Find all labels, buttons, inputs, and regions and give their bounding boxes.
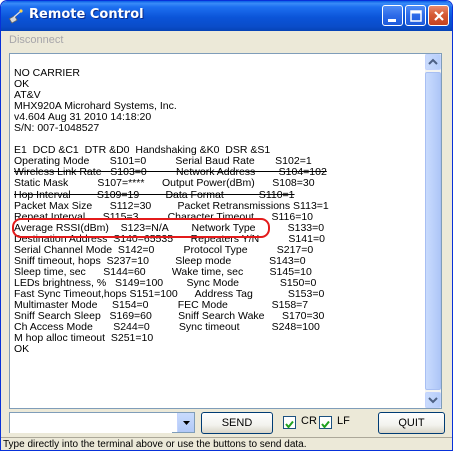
- checkmark-icon: [321, 420, 330, 429]
- lf-label: LF: [337, 415, 350, 427]
- close-button[interactable]: [428, 5, 449, 26]
- terminal-line: OK: [14, 343, 30, 356]
- maximize-icon: [410, 10, 422, 22]
- title-bar[interactable]: Remote Control: [1, 1, 452, 31]
- close-icon: [434, 11, 444, 21]
- terminal-line: Static Mask S107=**** Output Power(dBm) …: [14, 177, 315, 190]
- chevron-up-icon: [428, 58, 438, 65]
- chevron-down-icon: [428, 397, 438, 404]
- static-mask-highlight: [12, 218, 270, 238]
- maximize-button[interactable]: [405, 5, 426, 26]
- vertical-scrollbar[interactable]: [425, 54, 441, 408]
- cr-checkbox[interactable]: [283, 416, 296, 429]
- terminal-line: Packet Max Size S112=30 Packet Retransmi…: [14, 199, 329, 212]
- command-combobox[interactable]: [9, 412, 195, 433]
- terminal-line: Hop Interval S109=19 Data Format S110=1: [14, 188, 295, 201]
- status-bar: Type directly into the terminal above or…: [1, 437, 452, 450]
- terminal-line: S/N: 007-1048527: [14, 122, 100, 135]
- remote-control-window: Remote Control Disconnect NO CARRIER OK AT…: [0, 0, 453, 451]
- disconnect-menu-item[interactable]: Disconnect: [9, 34, 63, 46]
- scroll-thumb[interactable]: [425, 72, 441, 390]
- dropdown-button[interactable]: [177, 413, 194, 432]
- dropdown-arrow-icon: [183, 421, 190, 425]
- minimize-icon: [388, 19, 396, 22]
- terminal-output[interactable]: NO CARRIER OK AT&V MHX920A Microhard System…: [9, 53, 442, 409]
- command-row: SEND CR LF QUIT: [1, 412, 452, 436]
- quit-button[interactable]: QUIT: [378, 412, 445, 434]
- terminal-line: NO CARRIER: [14, 67, 80, 79]
- window-title: Remote Control: [29, 7, 144, 22]
- scroll-down-button[interactable]: [425, 392, 441, 408]
- send-button[interactable]: SEND: [201, 412, 273, 434]
- menu-bar: Disconnect: [1, 31, 452, 52]
- minimize-button[interactable]: [382, 5, 403, 26]
- terminal-line: OK: [14, 78, 30, 91]
- satellite-icon: [8, 9, 23, 24]
- scroll-up-button[interactable]: [425, 54, 441, 70]
- lf-checkbox[interactable]: [319, 416, 332, 429]
- checkmark-icon: [285, 420, 294, 429]
- terminal-line: M hop alloc timeout S251=10: [14, 332, 154, 345]
- command-input[interactable]: [10, 413, 172, 433]
- cr-label: CR: [301, 415, 317, 427]
- status-text: Type directly into the terminal above or…: [3, 439, 307, 450]
- terminal-text: NO CARRIER OK AT&V MHX920A Microhard System…: [14, 67, 422, 356]
